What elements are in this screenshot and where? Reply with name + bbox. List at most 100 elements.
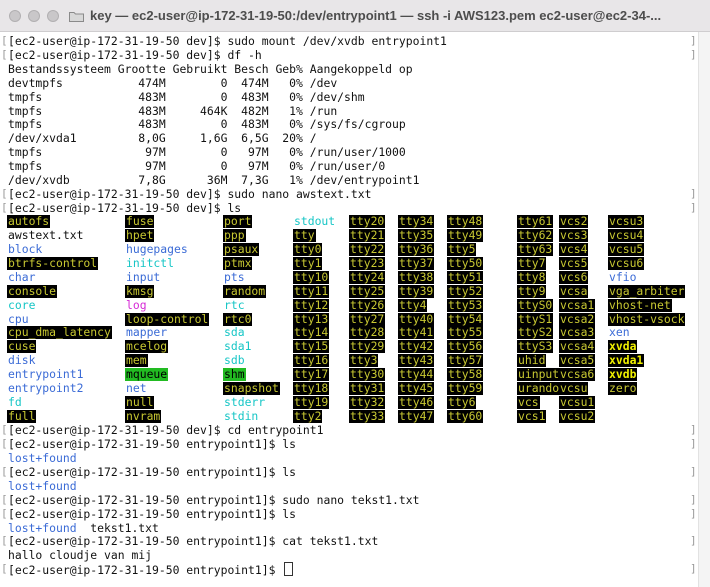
- output-line: lost+found: [8, 451, 77, 465]
- ls-entry: tty18: [293, 381, 330, 395]
- ls-entry: full: [7, 408, 37, 423]
- ls-entry: tty43: [398, 353, 435, 368]
- ls-entry: tty29: [349, 339, 386, 354]
- ls-entry: zero: [608, 381, 638, 395]
- ls-entry: block: [8, 242, 43, 256]
- ls-entry: tty23: [349, 255, 386, 270]
- ls-entry: port: [223, 214, 253, 229]
- line-segment: [ec2-user@ip-172-31-19-50 entrypoint1]$ …: [8, 437, 297, 452]
- text-cursor: [284, 562, 294, 577]
- zoom-button[interactable]: [47, 10, 59, 22]
- ls-entry: tty41: [398, 325, 435, 340]
- ls-entry: net: [126, 381, 147, 395]
- prompt-line: [ec2-user@ip-172-31-19-50 entrypoint1]$ …: [8, 534, 378, 548]
- ls-entry: vcsa2: [559, 311, 596, 326]
- terminal-output[interactable]: [ec2-user@ip-172-31-19-50 dev]$ sudo mou…: [0, 32, 698, 587]
- ls-entry: tty55: [447, 325, 484, 340]
- ls-entry: vfio: [609, 269, 637, 284]
- window-titlebar: key — ec2-user@ip-172-31-19-50:/dev/entr…: [0, 0, 710, 32]
- line-mark-right: ]: [690, 186, 697, 200]
- ls-entry: xvda: [608, 339, 638, 354]
- prompt-line: [ec2-user@ip-172-31-19-50 dev]$ cd entry…: [8, 423, 323, 437]
- line-segment: [ec2-user@ip-172-31-19-50 entrypoint1]$ …: [8, 492, 420, 507]
- ls-entry: vhost-vsock: [608, 311, 686, 326]
- ls-entry: mqueue: [125, 367, 169, 382]
- prompt-line: [ec2-user@ip-172-31-19-50 entrypoint1]$ …: [8, 465, 296, 479]
- ls-entry: entrypoint1: [8, 367, 84, 382]
- prompt-line: [ec2-user@ip-172-31-19-50 entrypoint1]$: [8, 562, 294, 577]
- ls-entry: rtc: [224, 297, 245, 312]
- ls-entry: vcsa3: [559, 325, 596, 340]
- ls-entry: tty2: [293, 408, 323, 423]
- output-line: tmpfs 483M 0 483M 0% /dev/shm: [8, 89, 365, 104]
- ls-entry: input: [126, 269, 161, 284]
- line-mark-right: ]: [690, 464, 697, 478]
- ls-entry: tty63: [517, 242, 554, 256]
- line-segment: [ec2-user@ip-172-31-19-50 entrypoint1]$ …: [8, 534, 379, 549]
- line-segment: hallo cloudje van mij: [8, 548, 153, 563]
- prompt-line: [ec2-user@ip-172-31-19-50 entrypoint1]$ …: [8, 493, 419, 507]
- line-mark-right: ]: [690, 506, 697, 520]
- close-button[interactable]: [9, 10, 21, 22]
- ls-entry: tty12: [293, 297, 330, 312]
- ls-entry: tty10: [293, 269, 330, 284]
- terminal-scrollbar[interactable]: [698, 32, 710, 587]
- ls-entry: tty6: [447, 394, 477, 409]
- ls-entry: vcs5: [559, 255, 589, 270]
- ls-entry: uhid: [517, 353, 547, 368]
- ls-entry: tty17: [293, 367, 330, 382]
- ls-entry: tty31: [349, 381, 386, 395]
- output-line: devtmpfs 474M 0 474M 0% /dev: [8, 75, 338, 90]
- ls-entry: tty11: [293, 283, 330, 298]
- ls-entry: stderr: [224, 394, 266, 409]
- line-mark-left: [: [1, 47, 8, 61]
- ls-entry: tty52: [447, 283, 484, 298]
- prompt-line: [ec2-user@ip-172-31-19-50 entrypoint1]$ …: [8, 507, 296, 521]
- ls-entry: vcsu1: [559, 394, 596, 409]
- ls-entry: tty60: [447, 408, 484, 423]
- line-segment: tekst1.txt: [76, 520, 159, 535]
- output-line: /dev/xvdb 7,8G 36M 7,3G 1% /dev/entrypoi…: [8, 173, 420, 187]
- window-controls: [9, 10, 59, 22]
- line-mark-left: [: [1, 34, 8, 47]
- ls-entry: tty9: [517, 283, 547, 298]
- ls-entry: ttyS2: [517, 325, 554, 340]
- line-mark-right: ]: [690, 34, 697, 47]
- ls-entry: tty56: [447, 339, 484, 354]
- ls-entry: fd: [8, 394, 22, 409]
- ls-entry: tty16: [293, 353, 330, 368]
- ls-entry: vcs: [517, 394, 540, 409]
- line-mark-right: ]: [690, 437, 697, 451]
- ls-entry: tty35: [398, 228, 435, 243]
- ls-entry: tty28: [349, 325, 386, 340]
- ls-entry: psaux: [223, 242, 260, 256]
- ls-entry: vcsa5: [559, 353, 596, 368]
- prompt-line: [ec2-user@ip-172-31-19-50 dev]$ sudo nan…: [8, 186, 372, 201]
- ls-entry: cpu: [8, 311, 29, 326]
- ls-entry: core: [8, 297, 36, 312]
- ls-entry: ttyS0: [517, 297, 554, 312]
- ls-entry: vcs1: [517, 408, 547, 423]
- ls-entry: stdout: [294, 214, 336, 229]
- ls-entry: tty13: [293, 311, 330, 326]
- ls-entry: ptmx: [223, 255, 253, 270]
- line-segment: lost+found: [8, 520, 77, 535]
- ls-entry: tty: [293, 228, 316, 243]
- ls-entry: vcsa4: [559, 339, 596, 354]
- ls-entry: char: [8, 269, 36, 284]
- ls-entry: hpet: [125, 228, 155, 243]
- ls-entry: awstext.txt: [8, 228, 84, 243]
- minimize-button[interactable]: [28, 10, 40, 22]
- ls-entry: loop-control: [125, 311, 210, 326]
- ls-entry: tty46: [398, 394, 435, 409]
- ls-entry: tty15: [293, 339, 330, 354]
- output-line: tmpfs 97M 0 97M 0% /run/user/0: [8, 159, 386, 174]
- ls-entry: cuse: [7, 339, 37, 354]
- ls-entry: tty33: [349, 408, 386, 423]
- line-mark-right: ]: [690, 534, 697, 548]
- ls-entry: tty45: [398, 381, 435, 395]
- ls-entry: tty49: [447, 228, 484, 243]
- line-mark-right: ]: [690, 47, 697, 61]
- ls-entry: tty30: [349, 367, 386, 382]
- ls-entry: log: [126, 297, 147, 312]
